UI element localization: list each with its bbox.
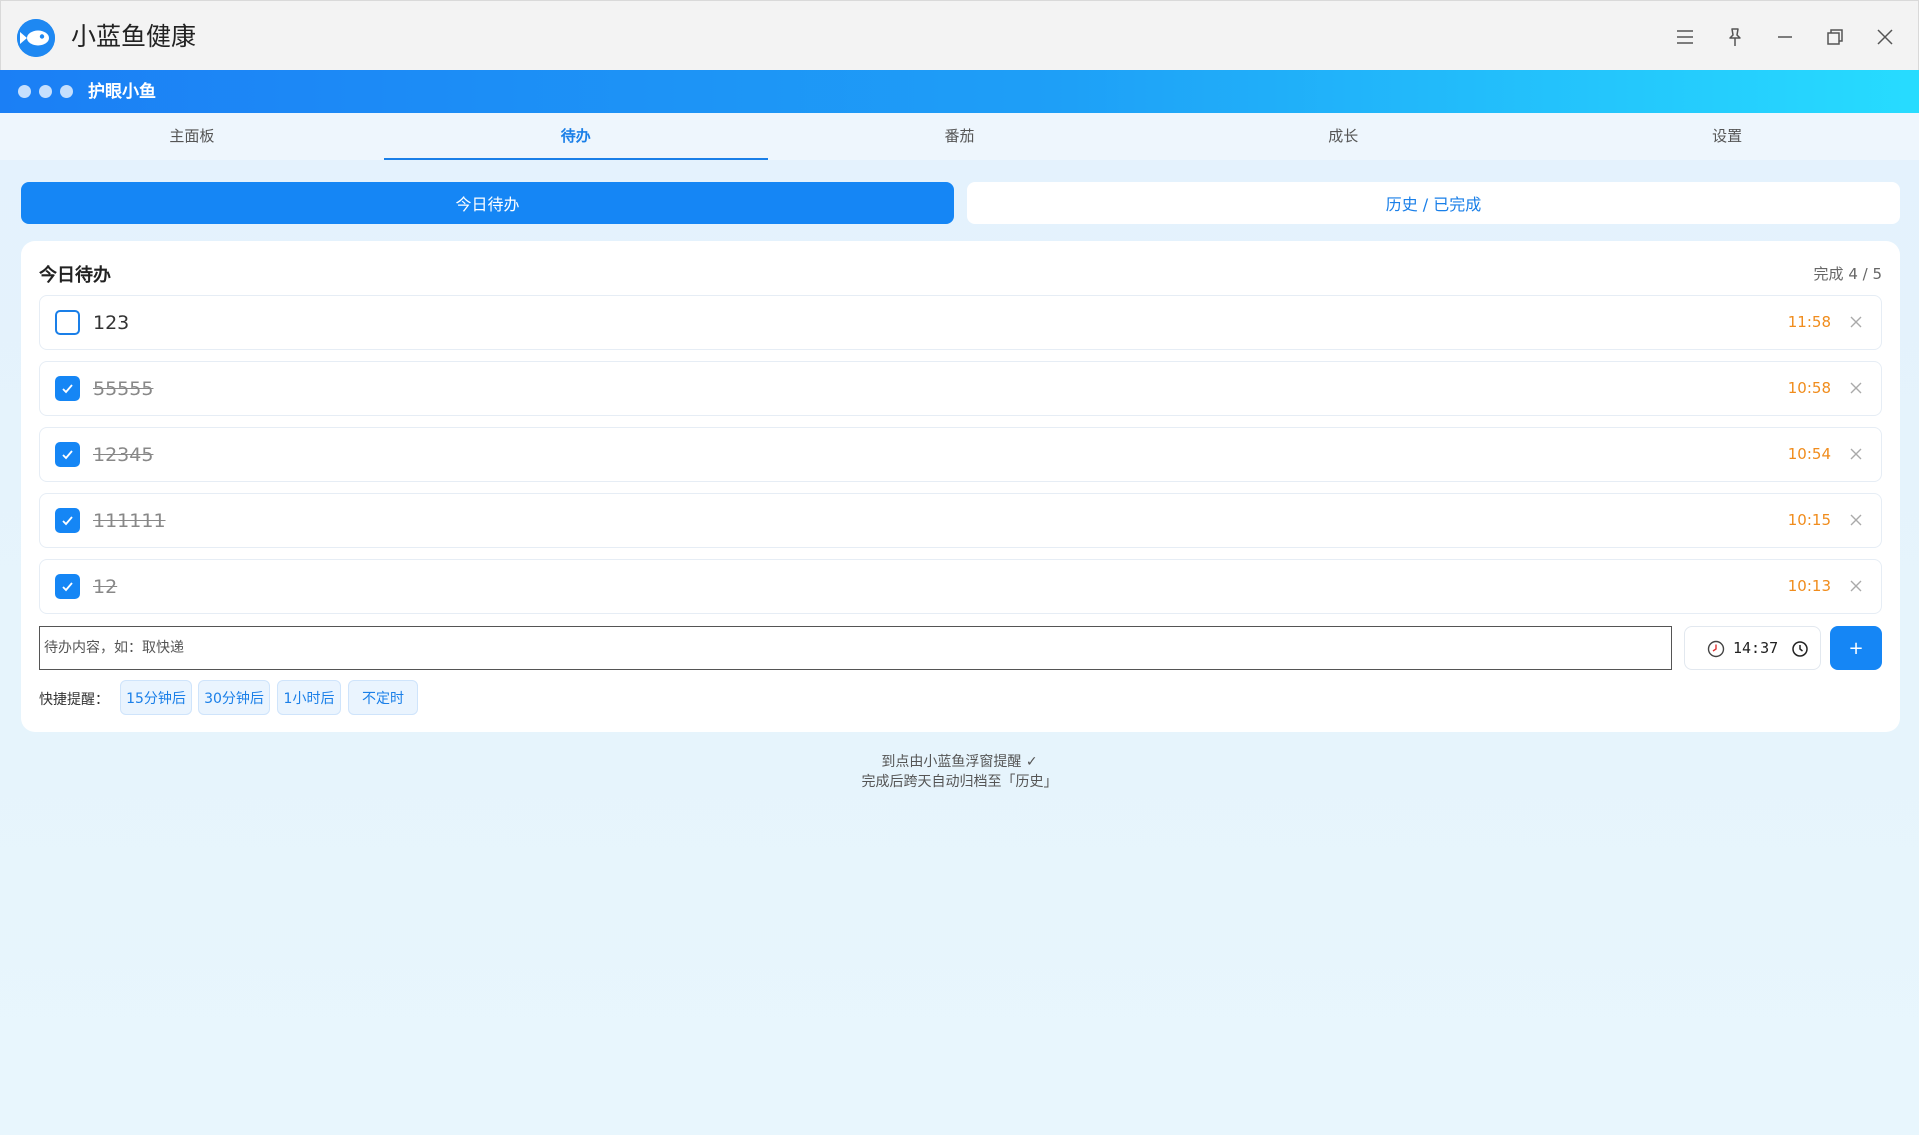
close-icon xyxy=(1850,316,1862,328)
todo-item: 12 10:13 xyxy=(39,559,1882,614)
todo-text: 12 xyxy=(93,576,118,598)
close-icon xyxy=(1850,382,1862,394)
fish-logo-icon xyxy=(17,19,55,57)
header-title: 护眼小鱼 xyxy=(88,82,156,102)
title-bar: 小蓝鱼健康 xyxy=(0,0,1919,70)
quick-15min-button[interactable]: 15分钟后 xyxy=(120,680,192,715)
todo-checkbox[interactable] xyxy=(55,442,80,467)
menu-button[interactable] xyxy=(1667,19,1703,55)
history-button[interactable]: 历史 / 已完成 xyxy=(967,182,1900,224)
minimize-button[interactable] xyxy=(1767,19,1803,55)
todo-text: 111111 xyxy=(93,510,166,532)
todo-item: 12345 10:54 xyxy=(39,427,1882,482)
tab-pomodoro[interactable]: 番茄 xyxy=(768,113,1152,160)
todo-text: 12345 xyxy=(93,444,154,466)
pin-icon xyxy=(1729,28,1741,46)
check-icon xyxy=(62,450,73,460)
check-icon xyxy=(62,384,73,394)
tab-todo[interactable]: 待办 xyxy=(383,113,768,160)
clock-icon xyxy=(1707,640,1725,658)
delete-todo-button[interactable] xyxy=(1845,575,1867,597)
tab-settings[interactable]: 设置 xyxy=(1535,113,1919,160)
app-title: 小蓝鱼健康 xyxy=(71,22,197,51)
todo-item: 123 11:58 xyxy=(39,295,1882,350)
clock-picker-icon[interactable] xyxy=(1791,640,1809,658)
completion-count: 完成 4 / 5 xyxy=(1813,265,1882,283)
check-icon xyxy=(62,582,73,592)
close-icon xyxy=(1877,29,1893,45)
close-icon xyxy=(1850,514,1862,526)
quick-1hour-button[interactable]: 1小时后 xyxy=(277,680,341,715)
reminder-time-picker[interactable]: 14:37 xyxy=(1684,626,1821,670)
app-header xyxy=(0,70,1919,113)
check-icon xyxy=(62,516,73,526)
todo-text: 123 xyxy=(93,312,130,334)
quick-reminder-label: 快捷提醒： xyxy=(39,692,109,708)
close-icon xyxy=(1850,448,1862,460)
tab-growth[interactable]: 成长 xyxy=(1151,113,1535,160)
todo-time: 10:13 xyxy=(1787,577,1831,595)
tab-dashboard[interactable]: 主面板 xyxy=(0,113,384,160)
restore-icon xyxy=(1827,29,1843,45)
pin-button[interactable] xyxy=(1717,19,1753,55)
delete-todo-button[interactable] xyxy=(1845,509,1867,531)
close-icon xyxy=(1850,580,1862,592)
todo-checkbox[interactable] xyxy=(55,310,80,335)
todo-checkbox[interactable] xyxy=(55,508,80,533)
delete-todo-button[interactable] xyxy=(1845,311,1867,333)
header-dot xyxy=(39,85,52,98)
todo-time: 10:15 xyxy=(1787,511,1831,529)
todo-text: 55555 xyxy=(93,378,154,400)
todo-content-input[interactable] xyxy=(39,626,1672,670)
today-todo-button[interactable]: 今日待办 xyxy=(21,182,954,224)
footer-note-archive: 完成后跨天自动归档至「历史」 xyxy=(861,774,1058,790)
todo-item: 55555 10:58 xyxy=(39,361,1882,416)
todo-item: 111111 10:15 xyxy=(39,493,1882,548)
footer-note-reminder: 到点由小蓝鱼浮窗提醒 ✓ xyxy=(881,754,1038,770)
quick-no-time-button[interactable]: 不定时 xyxy=(348,680,418,715)
header-dot xyxy=(60,85,73,98)
reminder-time-value: 14:37 xyxy=(1733,639,1779,657)
delete-todo-button[interactable] xyxy=(1845,443,1867,465)
todo-checkbox[interactable] xyxy=(55,376,80,401)
close-button[interactable] xyxy=(1867,19,1903,55)
quick-30min-button[interactable]: 30分钟后 xyxy=(198,680,270,715)
minimize-icon xyxy=(1778,36,1792,38)
todo-time: 10:54 xyxy=(1787,445,1831,463)
card-title: 今日待办 xyxy=(39,265,111,286)
maximize-button[interactable] xyxy=(1817,19,1853,55)
add-todo-button[interactable]: + xyxy=(1830,626,1882,670)
todo-time: 10:58 xyxy=(1787,379,1831,397)
menu-icon xyxy=(1677,30,1693,44)
tab-bar: 主面板 待办 番茄 成长 设置 xyxy=(0,113,1919,160)
todo-card: 今日待办 完成 4 / 5 123 11:58 55555 10:58 1234… xyxy=(21,241,1900,732)
header-dot xyxy=(18,85,31,98)
delete-todo-button[interactable] xyxy=(1845,377,1867,399)
todo-time: 11:58 xyxy=(1787,313,1831,331)
todo-checkbox[interactable] xyxy=(55,574,80,599)
